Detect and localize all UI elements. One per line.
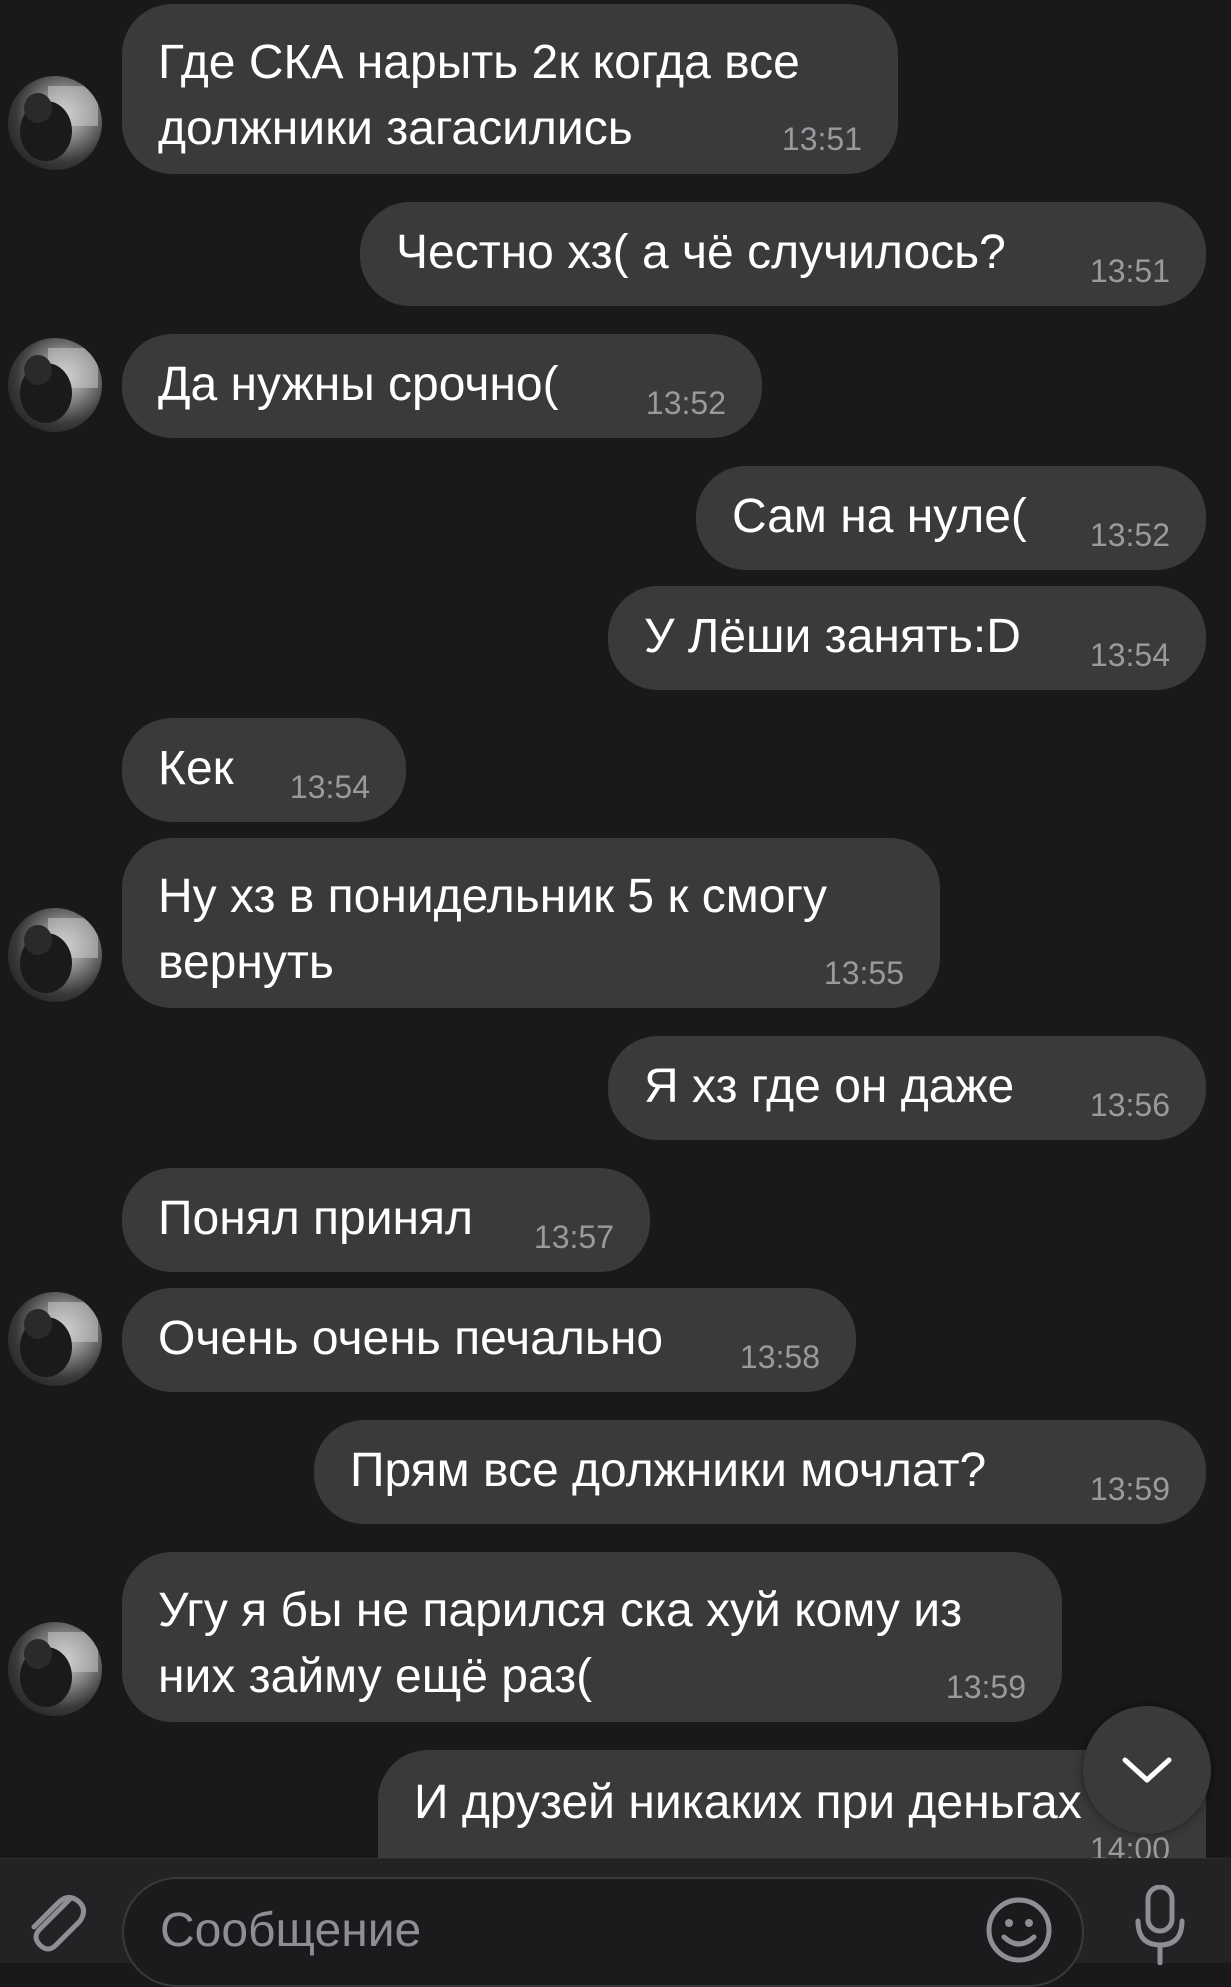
microphone-icon[interactable] <box>1130 1885 1190 1965</box>
message-text: И друзей никаких при деньгах <box>414 1776 1082 1829</box>
message-text: Где СКА нарыть 2к когда все должники заг… <box>158 36 800 155</box>
message-incoming[interactable]: Где СКА нарыть 2к когда все должники заг… <box>122 4 898 174</box>
message-outgoing[interactable]: Прям все должники мочлат? 13:59 <box>314 1420 1206 1524</box>
message-text: Понял принял <box>158 1192 474 1245</box>
message-time: 13:52 <box>645 385 726 421</box>
message-time: 13:51 <box>781 121 862 157</box>
message-text: Кек <box>158 742 234 795</box>
chat-scroll-area[interactable]: Где СКА нарыть 2к когда все должники заг… <box>0 0 1231 1858</box>
contact-avatar[interactable] <box>8 1622 102 1716</box>
message-text: Ну хз в понидельник 5 к смогу вернуть <box>158 870 827 989</box>
message-composer: Сообщение <box>0 1858 1231 1987</box>
message-outgoing[interactable]: Я хз где он даже 13:56 <box>608 1036 1206 1140</box>
message-outgoing[interactable]: Честно хз( а чё случилось? 13:51 <box>360 202 1206 306</box>
contact-avatar[interactable] <box>8 908 102 1002</box>
message-outgoing[interactable]: Сам на нуле( 13:52 <box>696 466 1206 570</box>
message-text: Угу я бы не парился ска хуй кому из них … <box>158 1584 963 1703</box>
message-time: 13:58 <box>739 1339 820 1375</box>
message-time: 13:54 <box>1089 637 1170 673</box>
contact-avatar[interactable] <box>8 76 102 170</box>
message-incoming[interactable]: Ну хз в понидельник 5 к смогу вернуть 13… <box>122 838 940 1008</box>
message-text: У Лёши занять:D <box>644 610 1021 663</box>
message-text: Честно хз( а чё случилось? <box>396 226 1006 279</box>
message-input[interactable]: Сообщение <box>122 1877 1084 1987</box>
message-text: Очень очень печально <box>158 1312 664 1365</box>
message-outgoing[interactable]: И друзей никаких при деньгах 14:00 <box>378 1750 1206 1858</box>
message-text: Прям все должники мочлат? <box>350 1444 987 1497</box>
message-time: 13:57 <box>533 1219 614 1255</box>
message-incoming[interactable]: Очень очень печально 13:58 <box>122 1288 856 1392</box>
scroll-to-bottom-button[interactable] <box>1083 1706 1211 1834</box>
message-incoming[interactable]: Угу я бы не парился ска хуй кому из них … <box>122 1552 1062 1722</box>
message-time: 13:52 <box>1089 517 1170 553</box>
message-time: 13:51 <box>1089 253 1170 289</box>
message-incoming[interactable]: Кек 13:54 <box>122 718 406 822</box>
message-time: 13:55 <box>823 955 904 991</box>
contact-avatar[interactable] <box>8 1292 102 1386</box>
message-time: 13:59 <box>1089 1471 1170 1507</box>
message-incoming[interactable]: Понял принял 13:57 <box>122 1168 650 1272</box>
message-text: Я хз где он даже <box>644 1060 1015 1113</box>
message-text: Да нужны срочно( <box>158 358 559 411</box>
message-time: 13:54 <box>289 769 370 805</box>
chevron-down-icon <box>1122 1757 1172 1783</box>
message-outgoing[interactable]: У Лёши занять:D 13:54 <box>608 586 1206 690</box>
message-incoming[interactable]: Да нужны срочно( 13:52 <box>122 334 762 438</box>
message-time: 14:00 <box>1089 1831 1170 1858</box>
paperclip-icon[interactable] <box>20 1885 90 1963</box>
message-time: 13:59 <box>945 1669 1026 1705</box>
message-time: 13:56 <box>1089 1087 1170 1123</box>
message-text: Сам на нуле( <box>732 490 1027 543</box>
contact-avatar[interactable] <box>8 338 102 432</box>
message-input-placeholder: Сообщение <box>160 1904 422 1957</box>
emoji-icon[interactable] <box>984 1895 1054 1965</box>
